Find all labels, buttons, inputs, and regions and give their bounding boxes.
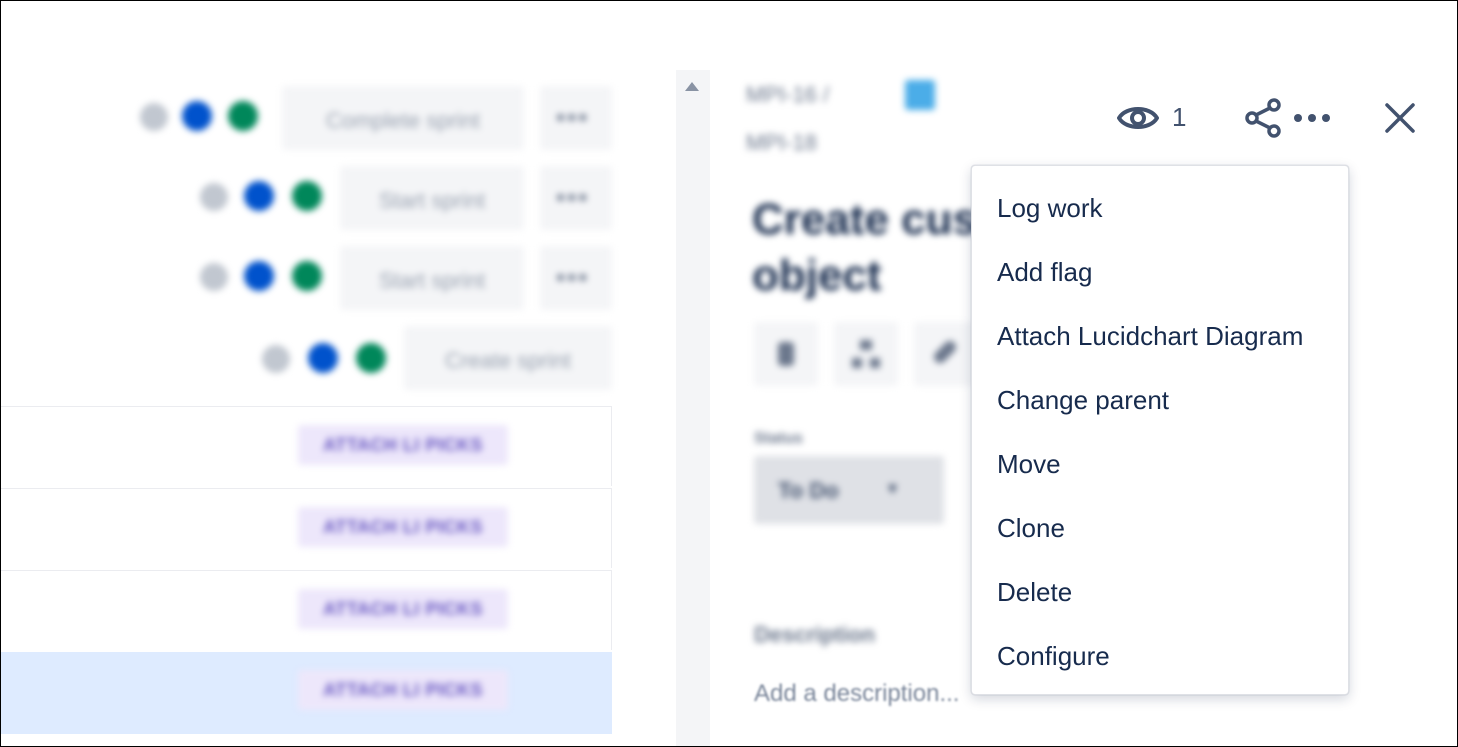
menu-item-move[interactable]: Move — [972, 432, 1348, 496]
watch-button[interactable] — [1116, 98, 1160, 143]
share-button[interactable] — [1244, 98, 1284, 143]
link-icon — [934, 341, 956, 363]
issue-key[interactable]: MPI-18 — [746, 130, 817, 156]
start-sprint-button[interactable]: Start sprint — [340, 246, 524, 310]
more-icon — [1294, 114, 1330, 122]
description-field[interactable]: Add a description... — [754, 680, 959, 708]
close-button[interactable] — [1384, 102, 1416, 139]
list-item-selected[interactable]: ATTACH LI PICKS — [0, 652, 612, 734]
sprint-more-button[interactable]: ••• — [540, 166, 612, 230]
scroll-up-icon[interactable] — [685, 82, 699, 91]
start-sprint-button[interactable]: Start sprint — [340, 166, 524, 230]
attachment-icon — [778, 342, 794, 366]
status-lozenge: ATTACH LI PICKS — [298, 589, 508, 629]
avatar — [262, 345, 290, 373]
attachment-button[interactable] — [754, 322, 818, 386]
avatar — [356, 343, 386, 373]
status-lozenge: ATTACH LI PICKS — [298, 425, 508, 465]
watch-count: 1 — [1172, 102, 1187, 132]
list-item[interactable]: ATTACH LI PICKS — [0, 406, 612, 486]
avatar — [228, 101, 258, 131]
chevron-down-icon: ▾ — [888, 478, 898, 498]
menu-item-add-flag[interactable]: Add flag — [972, 240, 1348, 304]
scrollbar[interactable] — [676, 70, 710, 747]
status-value: To Do — [778, 478, 839, 503]
avatar — [308, 343, 338, 373]
list-item[interactable]: ATTACH LI PICKS — [0, 570, 612, 650]
page-title[interactable]: Create cus object — [752, 192, 977, 304]
menu-item-delete[interactable]: Delete — [972, 560, 1348, 624]
avatar — [244, 261, 274, 291]
complete-sprint-button[interactable]: Complete sprint — [282, 86, 524, 150]
avatar — [182, 101, 212, 131]
menu-item-change-parent[interactable]: Change parent — [972, 368, 1348, 432]
link-issue-button[interactable] — [914, 322, 974, 386]
menu-item-configure[interactable]: Configure — [972, 624, 1348, 688]
avatar — [292, 261, 322, 291]
child-issue-icon — [852, 340, 880, 368]
eye-icon — [1117, 107, 1159, 129]
menu-item-attach-lucidchart[interactable]: Attach Lucidchart Diagram — [972, 304, 1348, 368]
sprint-more-button[interactable]: ••• — [540, 246, 612, 310]
status-label: Status — [754, 430, 803, 447]
status-lozenge: ATTACH LI PICKS — [298, 507, 508, 547]
avatar — [200, 183, 228, 211]
more-actions-button[interactable] — [1292, 108, 1336, 133]
sprint-more-button[interactable]: ••• — [540, 86, 612, 150]
child-issue-button[interactable] — [834, 322, 898, 386]
breadcrumb[interactable]: MPI-16 / — [746, 82, 829, 108]
close-icon — [1385, 103, 1415, 133]
description-label: Description — [754, 622, 876, 647]
share-icon — [1245, 98, 1281, 138]
menu-item-clone[interactable]: Clone — [972, 496, 1348, 560]
avatar — [200, 263, 228, 291]
create-sprint-button[interactable]: Create sprint — [404, 326, 612, 390]
status-dropdown[interactable]: To Do ▾ — [754, 456, 944, 524]
list-item[interactable]: ATTACH LI PICKS — [0, 488, 612, 568]
menu-item-log-work[interactable]: Log work — [972, 176, 1348, 240]
avatar — [244, 181, 274, 211]
avatar — [140, 103, 168, 131]
subtask-icon — [905, 80, 935, 110]
avatar — [292, 181, 322, 211]
status-lozenge: ATTACH LI PICKS — [298, 670, 508, 710]
more-actions-menu: Log work Add flag Attach Lucidchart Diag… — [971, 165, 1349, 695]
